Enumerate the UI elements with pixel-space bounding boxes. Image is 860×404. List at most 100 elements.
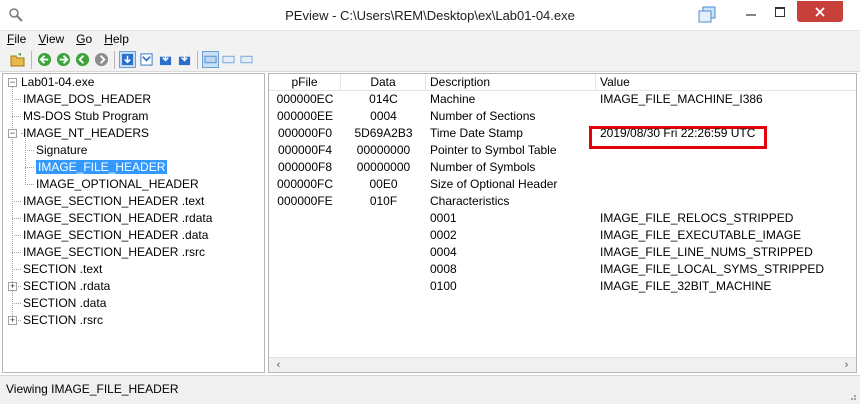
layout-3-button[interactable] (238, 51, 255, 68)
cell-description: 0004 (430, 245, 457, 259)
table-row[interactable]: 000000FE 010F Characteristics (269, 193, 856, 210)
cell-data: 00000000 (356, 160, 411, 174)
column-header-data[interactable]: Data (341, 74, 426, 91)
tree-node-section-header-text[interactable]: IMAGE_SECTION_HEADER .text (23, 193, 204, 210)
tree-node-section-header-data[interactable]: IMAGE_SECTION_HEADER .data (23, 227, 208, 244)
back-icon (37, 52, 52, 67)
layout-2-icon (222, 55, 235, 64)
cell-value: IMAGE_FILE_32BIT_MACHINE (600, 279, 772, 293)
layout-2-button[interactable] (220, 51, 237, 68)
column-header-row: pFile Data Description Value (269, 74, 856, 91)
view-list-button[interactable] (157, 51, 174, 68)
collapse-toggle[interactable]: − (8, 129, 17, 138)
tree-node-section-text[interactable]: SECTION .text (23, 261, 102, 278)
table-row[interactable]: 000000F8 00000000 Number of Symbols (269, 159, 856, 176)
cell-data: 00E0 (369, 177, 398, 191)
view-hex-button[interactable] (119, 51, 136, 68)
tree-node-section-data[interactable]: SECTION .data (23, 295, 106, 312)
close-icon (815, 6, 825, 17)
view-hex-icon (121, 53, 134, 66)
tree-node-file-header[interactable]: IMAGE_FILE_HEADER (36, 159, 168, 176)
cell-value: IMAGE_FILE_LINE_NUMS_STRIPPED (600, 245, 813, 259)
maximize-button[interactable] (766, 1, 794, 22)
tree-node-dos-header[interactable]: IMAGE_DOS_HEADER (23, 91, 151, 108)
scroll-right-arrow-icon[interactable]: › (839, 359, 854, 372)
cell-data: 00000000 (356, 143, 411, 157)
menu-go[interactable]: Go (69, 31, 97, 48)
window-title: PEview - C:\Users\REM\Desktop\ex\Lab01-0… (285, 8, 575, 23)
tree-node-optional-header[interactable]: IMAGE_OPTIONAL_HEADER (36, 176, 199, 193)
minimize-button[interactable] (737, 1, 765, 22)
structure-tree[interactable]: − Lab01-04.exe IMAGE_DOS_HEADER MS-DOS S… (2, 73, 265, 373)
status-bar: Viewing IMAGE_FILE_HEADER (0, 375, 860, 404)
maximize-icon (775, 6, 785, 17)
cell-description: Time Date Stamp (430, 126, 523, 140)
menu-file[interactable]: File (0, 31, 31, 48)
table-row[interactable]: 0004 IMAGE_FILE_LINE_NUMS_STRIPPED (269, 244, 856, 261)
tree-node-signature[interactable]: Signature (36, 142, 87, 159)
layout-button[interactable] (202, 51, 219, 68)
menu-help[interactable]: Help (97, 31, 134, 48)
tree-node-section-header-rsrc[interactable]: IMAGE_SECTION_HEADER .rsrc (23, 244, 205, 261)
menu-view[interactable]: View (31, 31, 69, 48)
column-header-description[interactable]: Description (426, 74, 596, 91)
cell-value: IMAGE_FILE_EXECUTABLE_IMAGE (600, 228, 802, 242)
collapse-toggle[interactable]: − (8, 78, 17, 87)
expand-toggle[interactable]: + (8, 282, 17, 291)
cell-description: 0002 (430, 228, 457, 242)
cell-value: IMAGE_FILE_LOCAL_SYMS_STRIPPED (600, 262, 825, 276)
previous-button[interactable] (74, 51, 91, 68)
cell-description: Size of Optional Header (430, 177, 558, 191)
cell-pfile: 000000F8 (277, 160, 333, 174)
tree-node-nt-headers[interactable]: IMAGE_NT_HEADERS (23, 125, 149, 142)
table-row[interactable]: 0100 IMAGE_FILE_32BIT_MACHINE (269, 278, 856, 295)
cell-description: Pointer to Symbol Table (430, 143, 557, 157)
cell-value: IMAGE_FILE_RELOCS_STRIPPED (600, 211, 794, 225)
cell-data: 010F (369, 194, 398, 208)
cell-description: 0001 (430, 211, 457, 225)
cell-description: Machine (430, 92, 476, 106)
expand-toggle[interactable]: + (8, 316, 17, 325)
cell-description: Characteristics (430, 194, 510, 208)
table-row[interactable]: 000000EC 014C Machine IMAGE_FILE_MACHINE_I3… (269, 91, 856, 108)
column-header-pfile[interactable]: pFile (269, 74, 341, 91)
cell-data: 014C (369, 92, 398, 106)
menu-bar: File View Go Help (0, 31, 860, 48)
horizontal-scrollbar[interactable]: ‹ › (269, 357, 856, 372)
next-button[interactable] (93, 51, 110, 68)
cell-description: Number of Symbols (430, 160, 536, 174)
cell-pfile: 000000FC (276, 177, 334, 191)
table-row[interactable]: 000000EE 0004 Number of Sections (269, 108, 856, 125)
tree-node-section-rdata[interactable]: SECTION .rdata (23, 278, 110, 295)
column-header-value[interactable]: Value (596, 74, 856, 91)
cell-pfile: 000000FE (277, 194, 333, 208)
tree-node-dos-stub[interactable]: MS-DOS Stub Program (23, 108, 148, 125)
layout-icon (204, 55, 217, 64)
open-button[interactable] (9, 51, 26, 68)
view-tree-icon (178, 53, 191, 66)
taskbar-tile-icon[interactable] (697, 6, 717, 24)
cell-pfile: 000000F0 (277, 126, 333, 140)
detail-list[interactable]: pFile Data Description Value 000000EC 014… (268, 73, 857, 373)
table-row[interactable]: 000000F4 00000000 Pointer to Symbol Table (269, 142, 856, 159)
back-button[interactable] (36, 51, 53, 68)
table-row[interactable]: 0001 IMAGE_FILE_RELOCS_STRIPPED (269, 210, 856, 227)
scroll-left-arrow-icon[interactable]: ‹ (271, 359, 286, 372)
cell-description: 0100 (430, 279, 457, 293)
tree-node-file[interactable]: Lab01-04.exe (21, 74, 94, 91)
table-row[interactable]: 000000FC 00E0 Size of Optional Header (269, 176, 856, 193)
close-button[interactable] (797, 1, 843, 22)
resize-grip-icon[interactable] (847, 391, 857, 401)
stop-icon (94, 52, 109, 67)
view-tree-button[interactable] (176, 51, 193, 68)
table-row[interactable]: 0008 IMAGE_FILE_LOCAL_SYMS_STRIPPED (269, 261, 856, 278)
view-dword-button[interactable] (138, 51, 155, 68)
forward-button[interactable] (55, 51, 72, 68)
tree-node-section-rsrc[interactable]: SECTION .rsrc (23, 312, 103, 329)
table-row[interactable]: 000000F0 5D69A2B3 Time Date Stamp 2019/08/3… (269, 125, 856, 142)
table-row[interactable]: 0002 IMAGE_FILE_EXECUTABLE_IMAGE (269, 227, 856, 244)
view-list-icon (159, 53, 172, 66)
status-text: Viewing IMAGE_FILE_HEADER (6, 382, 179, 396)
tree-node-section-header-rdata[interactable]: IMAGE_SECTION_HEADER .rdata (23, 210, 212, 227)
open-icon (10, 52, 24, 66)
